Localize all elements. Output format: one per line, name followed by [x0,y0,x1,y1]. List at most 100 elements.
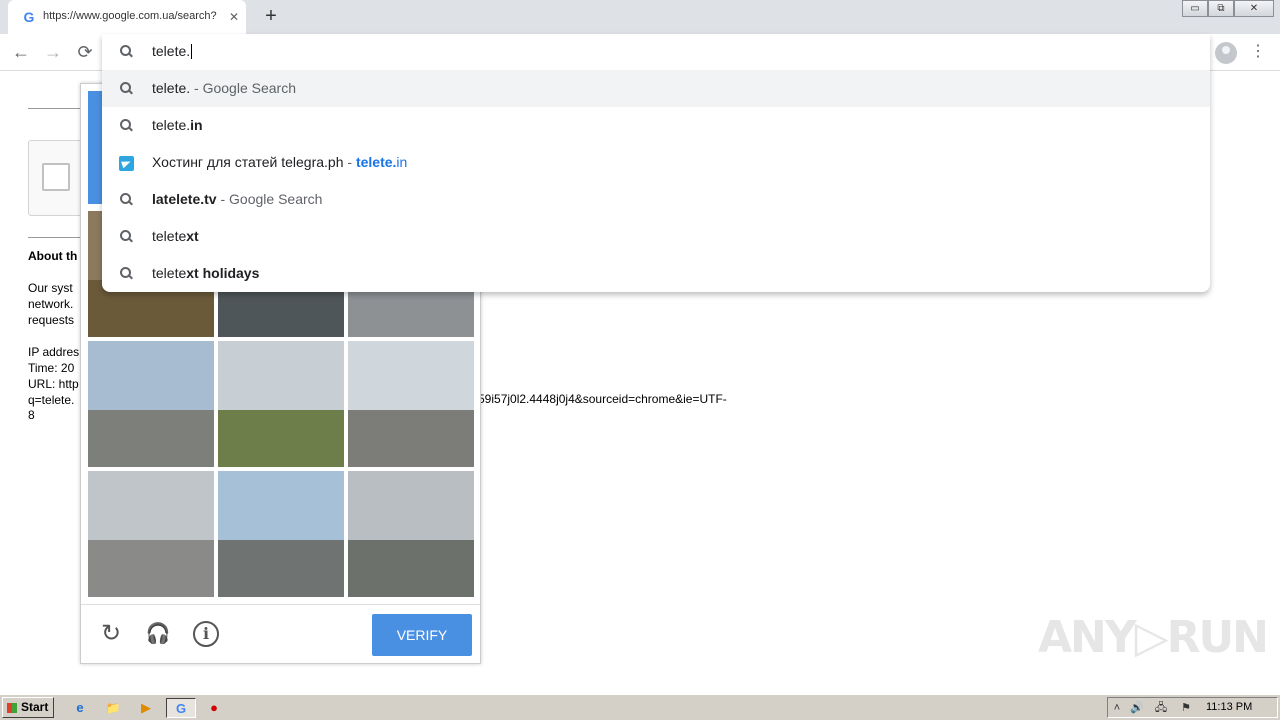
google-favicon-icon: G [23,9,35,25]
suggestion-text-part: telete [152,265,187,281]
suggestion-text-part: telete. [152,117,191,133]
detail-line: Time: 20 [28,361,75,375]
tile-ground [348,540,474,597]
clock: 11:13 PM [1206,701,1253,713]
suggestion-item[interactable]: telete. - Google Search [102,70,1210,107]
detail-line: URL: http [28,377,79,391]
chrome-menu-button[interactable]: ⋮ [1250,40,1266,64]
suggestion-text-part: telete. [152,80,191,96]
divider [28,237,80,238]
close-window-button[interactable]: ✕ [1234,0,1274,17]
search-icon [120,230,134,244]
info-icon[interactable]: i [193,621,219,647]
tab-title: https://www.google.com.ua/search? [43,10,217,22]
tile-ground [218,540,344,597]
suggestion-item[interactable]: latelete.tv - Google Search [102,181,1210,218]
search-icon [120,193,134,207]
challenge-image-tile[interactable] [218,471,344,597]
suggestion-text-part: telete. [355,154,397,170]
suggestion-text-part: Хостинг для статей telegra.ph [152,154,344,170]
chrome-icon[interactable]: G [166,698,196,718]
tile-ground [88,540,214,597]
suggestion-text-part: xt [186,228,199,244]
search-icon [120,119,134,133]
paragraph-line: Our syst [28,281,73,295]
explorer-icon[interactable]: 📁 [101,698,125,718]
volume-icon[interactable]: 🔊 [1129,700,1145,716]
suggestion-text-part: telete [152,228,187,244]
restore-button[interactable]: ⧉ [1208,0,1234,17]
search-icon [120,45,134,59]
new-tab-button[interactable]: + [260,5,282,27]
tray-expand-icon[interactable]: ˄ [1109,700,1125,716]
suggestion-text-part: latelete.tv [152,191,217,207]
tile-sky [218,341,344,411]
suggestion-text: telete.in [152,117,203,133]
challenge-image-tile[interactable] [218,341,344,467]
action-center-flag-icon[interactable]: ⚑ [1178,700,1194,716]
suggestion-text-part: in [396,154,408,170]
tile-sky [218,471,344,541]
start-button[interactable]: Start [2,697,54,718]
anyrun-watermark-logo: ANY▷RUN [1038,612,1269,663]
search-icon [120,267,134,281]
challenge-image-tile[interactable] [348,471,474,597]
detail-line: q=telete. [28,393,75,407]
back-button[interactable]: ← [9,40,33,64]
tile-sky [348,471,474,541]
telegram-icon [119,156,134,171]
challenge-image-tile[interactable] [88,341,214,467]
taskbar: Start e 📁 ▶ G ● ˄ 🔊 🖧 ⚑ 11:13 PM [0,694,1280,720]
reload-challenge-icon[interactable]: ↻ [96,619,126,649]
address-bar[interactable]: telete. [102,34,1210,70]
omnibox-dropdown: telete. telete. - Google Search telete.in… [102,34,1210,292]
suggestion-text-part: - Google Search [190,80,296,96]
verify-button[interactable]: VERIFY [372,614,472,656]
suggestion-text: telete. - Google Search [152,80,296,96]
detail-line: IP addres [28,345,80,359]
url-text-end: 8 [28,408,35,422]
tab-close-icon[interactable]: ✕ [226,9,242,25]
audio-challenge-icon[interactable]: 🎧 [143,619,173,649]
tile-sky [348,341,474,411]
browser-tab[interactable]: G https://www.google.com.ua/search? ✕ [8,0,246,34]
profile-avatar-icon[interactable] [1215,42,1237,64]
challenge-footer: ↻ 🎧 i VERIFY [81,604,480,664]
suggestion-text: teletext [152,228,199,244]
search-icon [120,82,134,96]
suggestion-text-part: xt holidays [186,265,260,281]
suggestion-text-part: - [343,154,356,170]
suggestion-text: Хостинг для статей telegra.ph - telete.i… [152,154,407,170]
tile-ground [348,410,474,467]
suggestion-text-part: in [190,117,203,133]
ie-icon[interactable]: e [68,698,92,718]
tile-ground [88,410,214,467]
antivirus-icon[interactable]: ● [202,698,226,718]
challenge-image-tile[interactable] [348,341,474,467]
reload-button[interactable]: ⟳ [73,40,97,64]
suggestion-item[interactable]: Хостинг для статей telegra.ph - telete.i… [102,144,1210,181]
suggestion-item[interactable]: teletext [102,218,1210,255]
tab-strip: G https://www.google.com.ua/search? ✕ + … [0,0,1280,34]
forward-button[interactable]: → [41,40,65,64]
network-icon[interactable]: 🖧 [1153,700,1169,716]
suggestion-text: teletext holidays [152,265,259,281]
suggestion-text: latelete.tv - Google Search [152,191,322,207]
tile-sky [88,471,214,541]
suggestion-item[interactable]: telete.in [102,107,1210,144]
tile-sky [88,341,214,411]
media-player-icon[interactable]: ▶ [134,698,158,718]
address-input[interactable]: telete. [152,43,192,59]
minimize-button[interactable]: ▭ [1182,0,1208,17]
divider [28,108,80,109]
recaptcha-checkbox[interactable] [42,163,70,191]
tile-ground [218,410,344,467]
system-tray: ˄ 🔊 🖧 ⚑ 11:13 PM [1107,697,1278,718]
challenge-image-tile[interactable] [88,471,214,597]
about-heading: About th [28,249,78,263]
suggestion-item[interactable]: teletext holidays [102,255,1210,292]
paragraph-line: network. [28,297,74,311]
suggestion-text-part: - Google Search [216,191,323,207]
url-text: 59i57j0l2.4448j0j4&sourceid=chrome&ie=UT… [478,392,727,406]
paragraph-line: requests [28,313,75,327]
